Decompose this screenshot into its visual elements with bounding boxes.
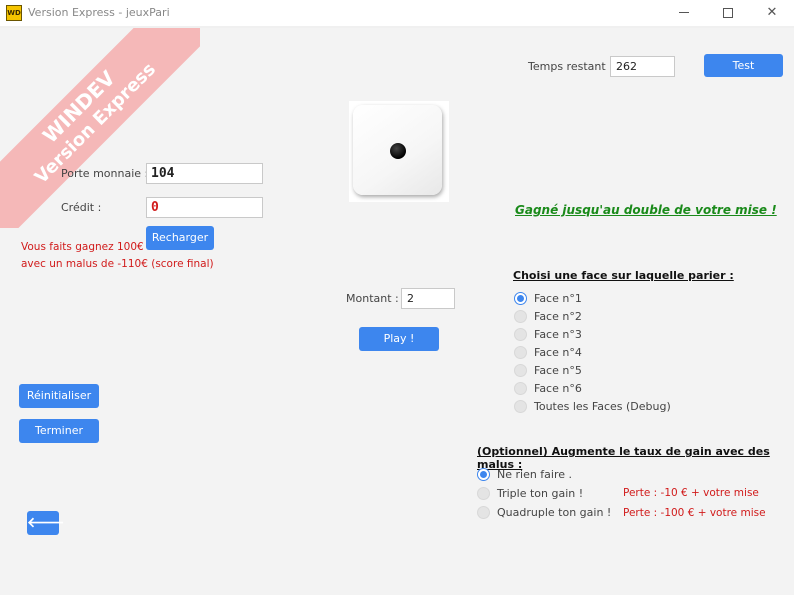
perte-triple-text: Perte : -10 € + votre mise [623,487,759,499]
porte-monnaie-label: Porte monnaie : [61,167,149,180]
radio-button[interactable] [514,382,527,395]
radio-button[interactable] [514,310,527,323]
montant-label: Montant : [346,292,399,305]
windev-logo-icon: WD [6,5,22,21]
back-button[interactable]: 🡐 [27,511,65,535]
radio-label: Quadruple ton gain ! [497,506,612,519]
radio-label: Face n°4 [534,346,582,359]
radio-label: Ne rien faire . [497,468,573,481]
radio-label: Triple ton gain ! [497,487,584,500]
radio-button[interactable] [477,468,490,481]
perte-quadruple-text: Perte : -100 € + votre mise [623,507,766,519]
terminer-button[interactable]: Terminer [19,419,99,443]
result-line-2: avec un malus de -110€ (score final) [21,258,214,270]
result-line-1: Vous faits gagnez 100€ [21,241,144,253]
faces-section-title: Choisi une face sur laquelle parier : [513,269,734,282]
radio-button[interactable] [514,364,527,377]
radio-button[interactable] [477,487,490,500]
play-button[interactable]: Play ! [359,327,439,351]
porte-monnaie-field[interactable]: 104 [146,163,263,184]
credit-field[interactable]: 0 [146,197,263,218]
temps-restant-field[interactable]: 262 [610,56,675,77]
radio-label: Face n°1 [534,292,582,305]
radio-label: Face n°6 [534,382,582,395]
credit-label: Crédit : [61,201,102,214]
minimize-icon [679,12,689,13]
minimize-button[interactable] [662,0,706,26]
temps-restant-label: Temps restant : [528,60,613,73]
montant-field[interactable]: 2 [401,288,455,309]
radio-button[interactable] [514,400,527,413]
window-title: Version Express - jeuxPari [28,6,170,19]
title-bar: WD Version Express - jeuxPari ✕ [0,0,794,26]
maximize-icon [723,7,733,18]
radio-label: Face n°2 [534,310,582,323]
radio-button[interactable] [514,328,527,341]
maximize-button[interactable] [706,0,750,26]
radio-button[interactable] [477,506,490,519]
close-button[interactable]: ✕ [750,0,794,26]
arrow-left-icon: 🡐 [27,515,65,531]
radio-button[interactable] [514,346,527,359]
close-icon: ✕ [766,5,778,20]
radio-label: Toutes les Faces (Debug) [534,400,671,413]
die-face-1-icon [353,105,442,195]
radio-button[interactable] [514,292,527,305]
test-button[interactable]: Test [704,54,783,77]
reinitialiser-button[interactable]: Réinitialiser [19,384,99,408]
gain-message: Gagné jusqu'au double de votre mise ! [515,203,777,217]
die-pip [390,143,406,159]
radio-label: Face n°5 [534,364,582,377]
radio-label: Face n°3 [534,328,582,341]
die-image [349,101,449,202]
recharger-button[interactable]: Recharger [146,226,214,250]
